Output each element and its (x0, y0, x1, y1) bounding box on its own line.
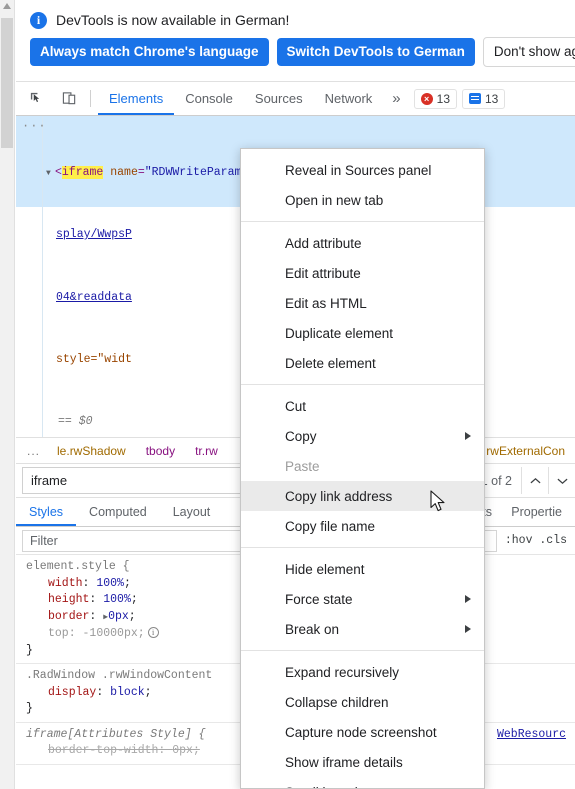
page-scrollbar[interactable] (0, 0, 15, 789)
style-prop-border-top-width[interactable]: border-top-width (26, 743, 158, 760)
style-selector[interactable]: element.style { (26, 560, 130, 573)
gutter-overflow-dots[interactable]: ··· (22, 119, 47, 135)
tab-layout[interactable]: Layout (160, 498, 224, 526)
tab-network[interactable]: Network (314, 82, 384, 115)
style-prop-width[interactable]: width (26, 576, 83, 593)
tab-elements[interactable]: Elements (98, 82, 174, 115)
info-icon[interactable]: i (147, 627, 159, 639)
toolbar-divider (90, 90, 91, 107)
breadcrumb-item-1[interactable]: tbody (136, 444, 185, 458)
menu-item-cut[interactable]: Cut (241, 391, 484, 421)
issue-badges: × 13 13 (413, 88, 506, 109)
scrollbar-up-arrow-icon[interactable] (3, 3, 11, 9)
style-source-link[interactable]: WebResourc (497, 727, 566, 744)
hov-cls-toggles[interactable]: :hov .cls (497, 534, 575, 547)
more-tabs-button[interactable]: » (383, 90, 409, 107)
style-val-border[interactable]: 0px (108, 610, 129, 623)
devtools-tabstrip: Elements Console Sources Network » × 13 … (16, 82, 575, 116)
device-toolbar-icon[interactable] (56, 86, 82, 112)
style-val-display[interactable]: block (110, 686, 145, 699)
menu-item-label: Copy (285, 428, 317, 444)
menu-separator (241, 547, 484, 548)
dont-show-again-button[interactable]: Don't show again (482, 37, 575, 67)
context-menu[interactable]: Reveal in Sources panel Open in new tab … (240, 148, 485, 789)
tab-console[interactable]: Console (174, 82, 244, 115)
breadcrumb-item-2[interactable]: tr.rw (185, 444, 228, 458)
menu-item-reveal-in-sources[interactable]: Reveal in Sources panel (241, 155, 484, 185)
style-selector[interactable]: .RadWindow .rwWindowContent (26, 669, 212, 682)
style-val-top[interactable]: -10000px (83, 627, 138, 640)
menu-item-expand-recursively[interactable]: Expand recursively (241, 657, 484, 687)
breadcrumb-item-0[interactable]: le.rwShadow (47, 444, 136, 458)
error-icon: × (420, 92, 433, 105)
menu-item-scroll-into-view[interactable]: Scroll into view (241, 777, 484, 789)
menu-item-delete-element[interactable]: Delete element (241, 348, 484, 378)
infobar-button-row: Always match Chrome's language Switch De… (16, 37, 575, 67)
expand-triangle-icon[interactable]: ▼ (46, 166, 55, 182)
menu-item-capture-node-screenshot[interactable]: Capture node screenshot (241, 717, 484, 747)
menu-separator (241, 221, 484, 222)
menu-separator (241, 650, 484, 651)
style-rule-close: } (26, 702, 33, 715)
infobar-message: DevTools is now available in German! (56, 12, 290, 28)
menu-item-break-on[interactable]: Break on (241, 614, 484, 644)
submenu-arrow-icon (465, 595, 471, 603)
language-infobar: i DevTools is now available in German! A… (16, 0, 575, 82)
menu-item-open-in-new-tab[interactable]: Open in new tab (241, 185, 484, 215)
dom-src-link-part3[interactable]: 04&readdata (56, 291, 132, 304)
submenu-arrow-icon (465, 432, 471, 440)
breadcrumb-item-3[interactable]: rwExternalCon (476, 444, 575, 458)
menu-separator (241, 384, 484, 385)
search-next-button[interactable] (548, 467, 575, 494)
menu-item-show-iframe-details[interactable]: Show iframe details (241, 747, 484, 777)
menu-item-copy[interactable]: Copy (241, 421, 484, 451)
style-prop-display[interactable]: display (26, 685, 96, 702)
menu-item-add-attribute[interactable]: Add attribute (241, 228, 484, 258)
style-val-border-top-width[interactable]: 0px (172, 744, 193, 757)
menu-item-duplicate-element[interactable]: Duplicate element (241, 318, 484, 348)
menu-item-hide-element[interactable]: Hide element (241, 554, 484, 584)
tab-computed[interactable]: Computed (76, 498, 160, 526)
always-match-language-button[interactable]: Always match Chrome's language (30, 38, 269, 66)
menu-item-label: Force state (285, 591, 353, 607)
message-count-badge[interactable]: 13 (462, 88, 506, 109)
tab-properties[interactable]: Propertie (498, 498, 575, 526)
switch-devtools-language-button[interactable]: Switch DevTools to German (276, 38, 475, 66)
style-selector[interactable]: iframe[Attributes Style] { (26, 728, 205, 741)
menu-item-edit-attribute[interactable]: Edit attribute (241, 258, 484, 288)
error-count-badge[interactable]: × 13 (413, 88, 457, 109)
style-rule-close: } (26, 643, 33, 657)
submenu-arrow-icon (465, 625, 471, 633)
dom-src-link-part2[interactable]: splay/WwpsP (56, 228, 132, 241)
search-prev-button[interactable] (521, 467, 548, 494)
breadcrumb-overflow[interactable]: ... (16, 444, 47, 458)
inspect-element-icon[interactable] (23, 86, 49, 112)
menu-item-paste: Paste (285, 458, 320, 474)
style-val-width[interactable]: 100% (96, 577, 124, 590)
dom-gutter: ··· (16, 116, 46, 437)
tab-sources[interactable]: Sources (244, 82, 314, 115)
message-icon (469, 93, 481, 104)
menu-item-force-state[interactable]: Force state (241, 584, 484, 614)
devtools-window: i DevTools is now available in German! A… (0, 0, 575, 789)
menu-item-copy-link-address[interactable]: Copy link address (241, 481, 484, 511)
menu-item-edit-as-html[interactable]: Edit as HTML (241, 288, 484, 318)
infobar-message-row: i DevTools is now available in German! (16, 0, 575, 40)
style-prop-border[interactable]: border (26, 609, 89, 626)
dom-dollar-zero: == $0 (58, 415, 93, 429)
message-count: 13 (485, 91, 499, 106)
dom-tag-iframe: iframe (61, 165, 104, 179)
scrollbar-thumb[interactable] (1, 18, 13, 148)
menu-item-copy-file-name[interactable]: Copy file name (241, 511, 484, 541)
menu-item-label: Break on (285, 621, 340, 637)
tab-styles[interactable]: Styles (16, 498, 76, 526)
error-count: 13 (436, 91, 450, 106)
style-prop-top[interactable]: top (26, 626, 69, 643)
dom-attr-style[interactable]: style="widt (56, 353, 132, 366)
dom-attr-name[interactable]: name (110, 166, 138, 179)
style-prop-height[interactable]: height (26, 592, 89, 609)
style-val-height[interactable]: 100% (103, 593, 131, 606)
menu-item-collapse-children[interactable]: Collapse children (241, 687, 484, 717)
info-icon: i (30, 11, 47, 29)
